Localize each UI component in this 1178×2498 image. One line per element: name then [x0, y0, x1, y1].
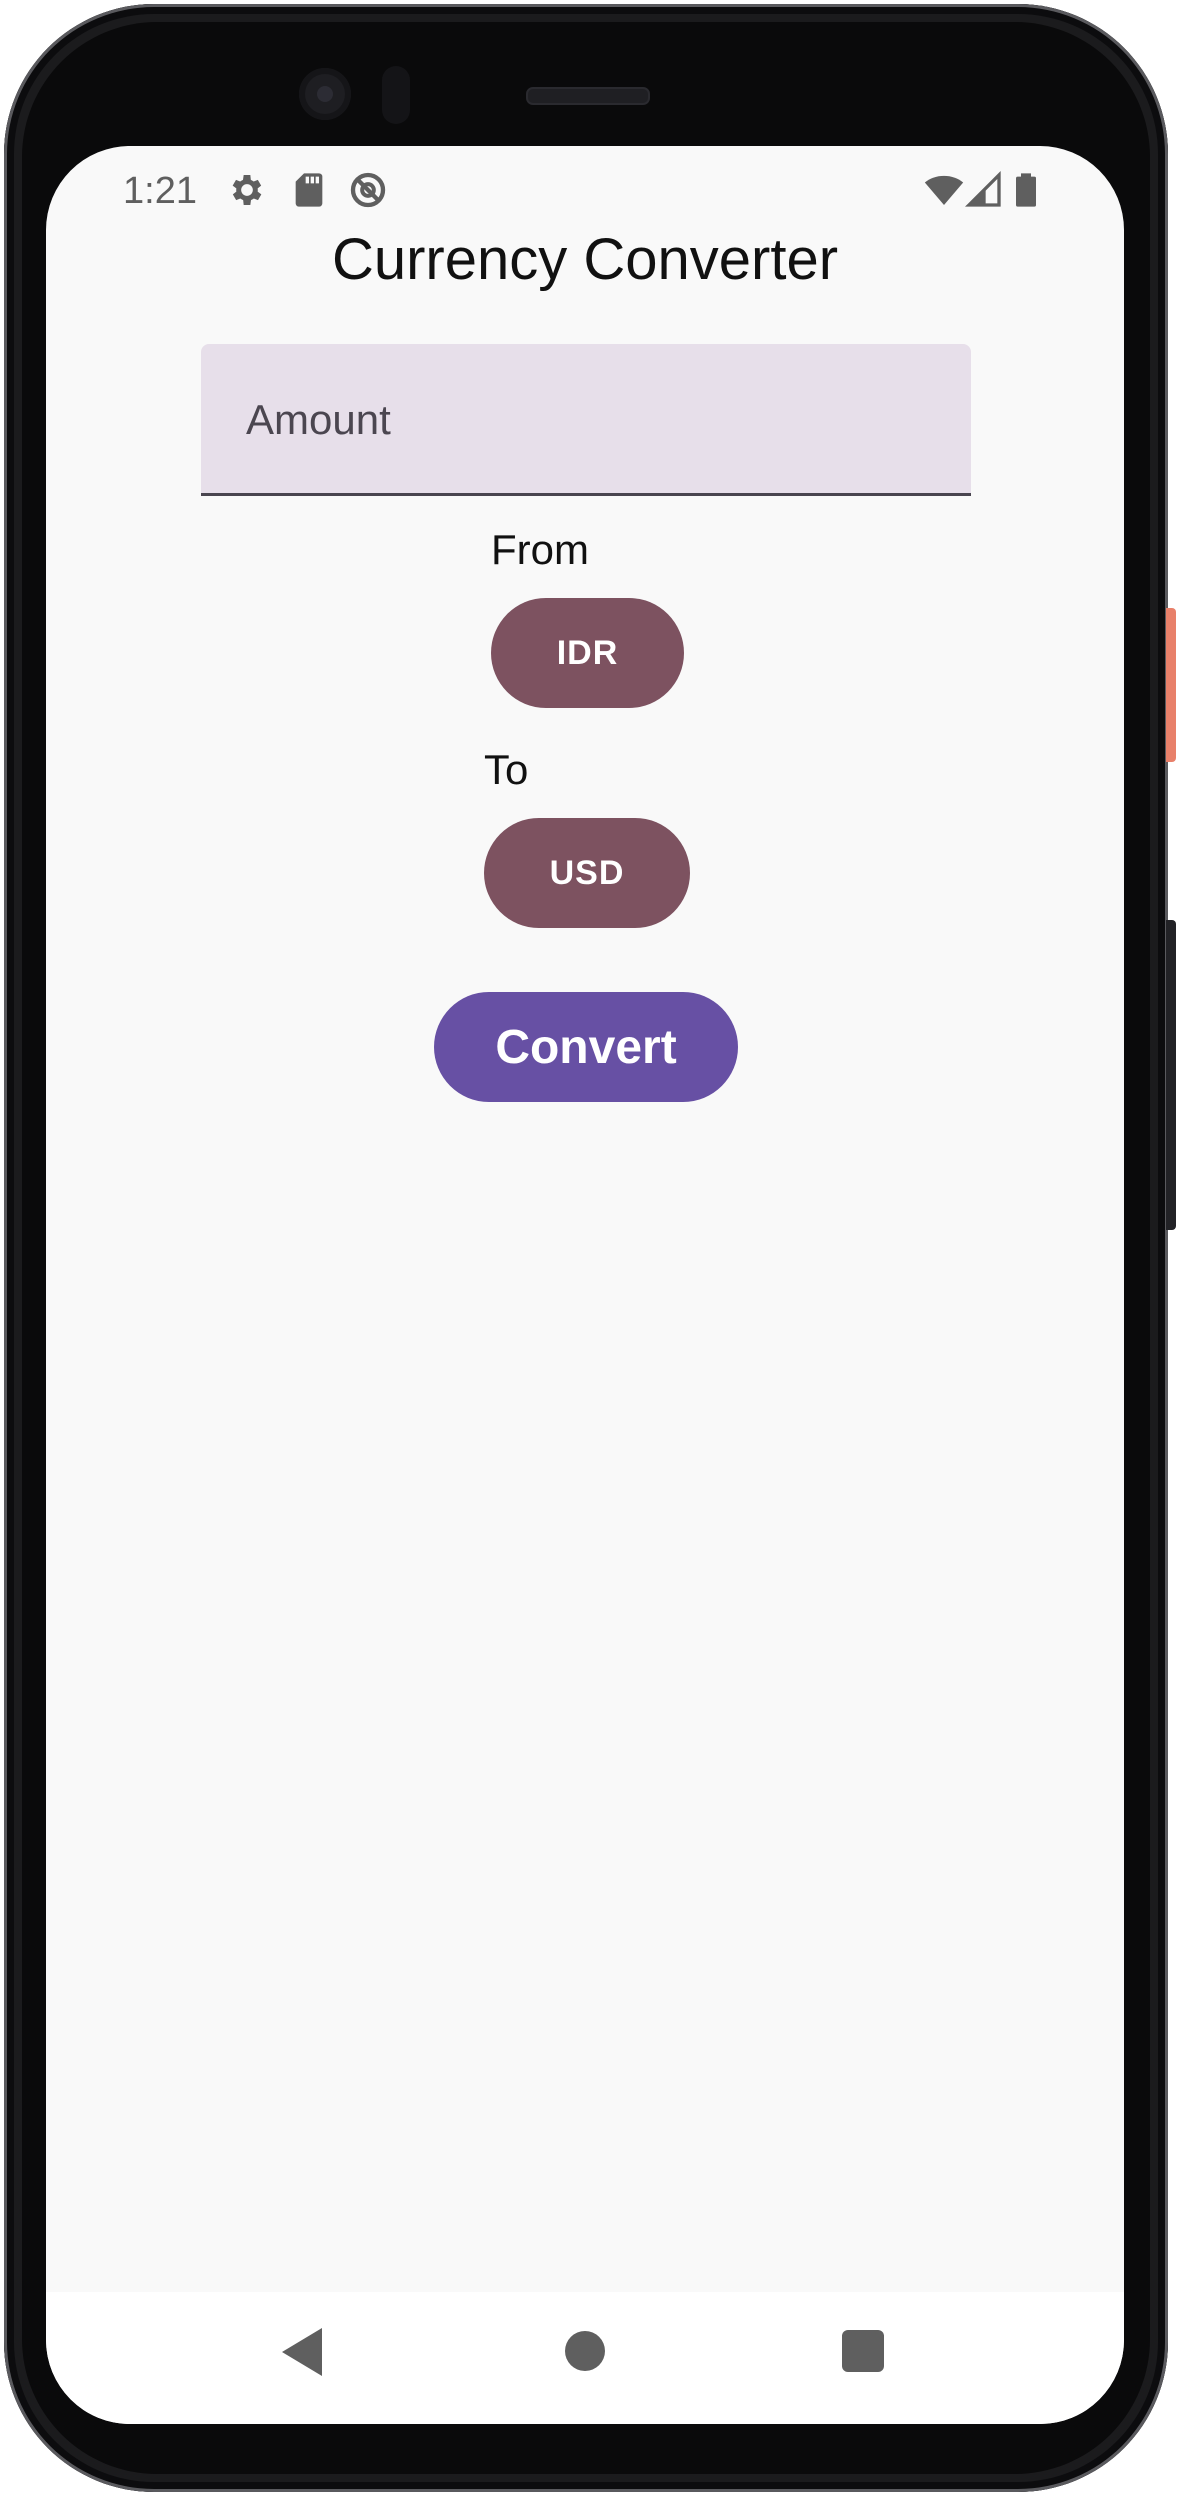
amount-placeholder: Amount — [246, 396, 391, 443]
to-currency-button[interactable]: USD — [484, 818, 690, 928]
back-icon[interactable] — [282, 2328, 322, 2376]
navigation-bar — [46, 2292, 1124, 2424]
wifi-icon — [924, 175, 964, 205]
from-label: From — [491, 526, 589, 573]
status-bar: 1:21 — [46, 146, 1124, 236]
front-camera — [299, 68, 351, 120]
cell-signal-icon — [964, 170, 1001, 207]
app-title: Currency Converter — [331, 227, 839, 292]
screen: 1:21 Currency Converter Amount From IDR … — [46, 146, 1124, 2424]
to-label: To — [484, 746, 529, 793]
from-currency-button[interactable]: IDR — [491, 598, 684, 708]
battery-icon — [1016, 173, 1036, 207]
volume-button — [1166, 920, 1176, 1230]
status-time: 1:21 — [123, 170, 197, 212]
convert-button[interactable]: Convert — [434, 992, 738, 1102]
home-icon[interactable] — [565, 2331, 605, 2371]
sd-card-icon — [295, 173, 323, 207]
recent-apps-icon[interactable] — [842, 2330, 884, 2372]
proximity-sensor — [382, 66, 410, 124]
gear-icon — [232, 175, 262, 205]
amount-input[interactable]: Amount — [201, 344, 971, 496]
earpiece-speaker — [526, 87, 650, 105]
no-sync-icon — [350, 172, 386, 208]
power-button — [1166, 608, 1176, 762]
